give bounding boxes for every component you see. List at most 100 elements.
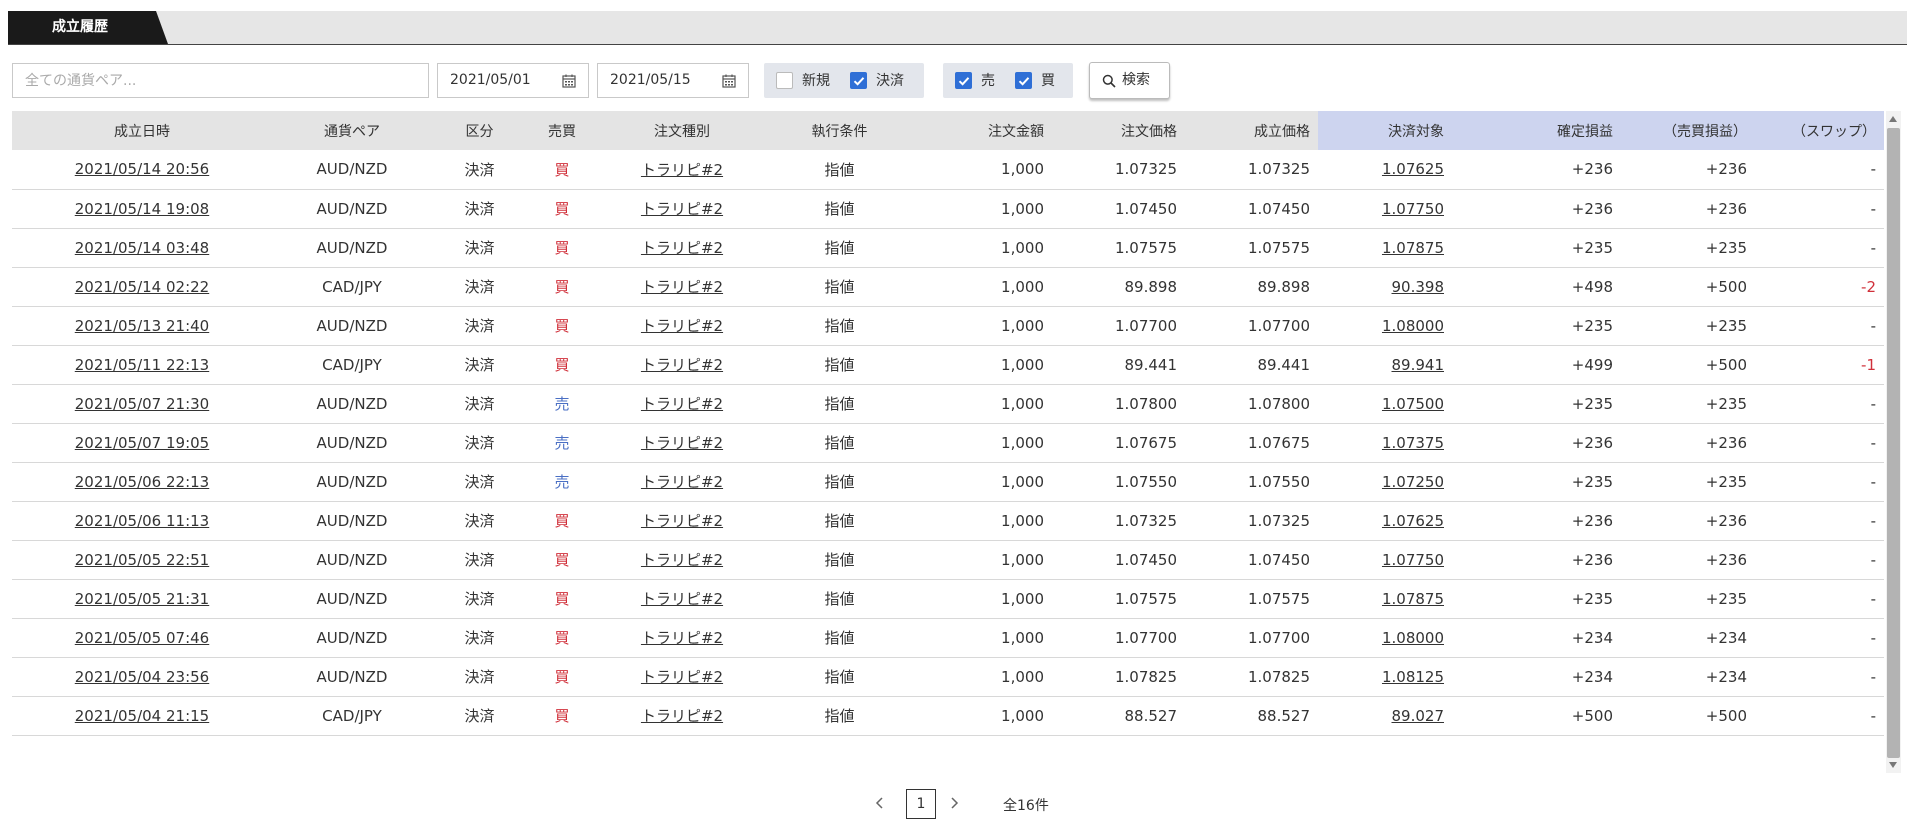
- cell-executed-at-link[interactable]: 2021/05/14 03:48: [75, 239, 209, 257]
- col-header-execution-condition[interactable]: 執行条件: [767, 111, 912, 150]
- cell-order-type-link[interactable]: トラリピ#2: [641, 317, 723, 335]
- cell-order-type-link[interactable]: トラリピ#2: [641, 551, 723, 569]
- cell-executed-at-link[interactable]: 2021/05/06 22:13: [75, 473, 209, 491]
- cell-order-price: 1.07450: [1052, 189, 1185, 229]
- cell-executed-at-link[interactable]: 2021/05/07 21:30: [75, 395, 209, 413]
- checkbox-unchecked[interactable]: [776, 72, 793, 89]
- cell-order-type-link[interactable]: トラリピ#2: [641, 434, 723, 452]
- cell-executed-at-link[interactable]: 2021/05/05 07:46: [75, 629, 209, 647]
- chevron-left-icon[interactable]: [870, 793, 890, 813]
- cell-execution-condition: 指値: [767, 189, 912, 229]
- cell-order-type-link[interactable]: トラリピ#2: [641, 356, 723, 374]
- cell-settlement-target: 1.07625: [1318, 150, 1452, 190]
- cell-order-type: トラリピ#2: [597, 189, 767, 229]
- cell-order-price: 89.441: [1052, 345, 1185, 385]
- page-button-1[interactable]: 1: [906, 789, 936, 819]
- check-icon[interactable]: [1015, 72, 1032, 89]
- cell-order-type-link[interactable]: トラリピ#2: [641, 161, 723, 179]
- scroll-down-arrow-icon[interactable]: [1889, 762, 1897, 768]
- cell-order-type-link[interactable]: トラリピ#2: [641, 629, 723, 647]
- cell-executed-at-link[interactable]: 2021/05/04 21:15: [75, 707, 209, 725]
- cell-swap: -1: [1755, 345, 1884, 385]
- cell-settlement-target-link[interactable]: 1.07250: [1382, 473, 1444, 491]
- col-header-category[interactable]: 区分: [432, 111, 527, 150]
- scrollbar-thumb[interactable]: [1887, 128, 1900, 758]
- table-scrollbar[interactable]: [1886, 111, 1901, 773]
- cell-settlement-target-link[interactable]: 1.08125: [1382, 668, 1444, 686]
- col-header-executed-price[interactable]: 成立価格: [1185, 111, 1318, 150]
- col-header-order-amount[interactable]: 注文金額: [912, 111, 1052, 150]
- cell-executed-at-link[interactable]: 2021/05/07 19:05: [75, 434, 209, 452]
- cell-executed-at-link[interactable]: 2021/05/14 19:08: [75, 200, 209, 218]
- cell-order-type: トラリピ#2: [597, 540, 767, 580]
- calendar-icon[interactable]: [722, 74, 736, 88]
- cell-executed-at-link[interactable]: 2021/05/14 20:56: [75, 160, 209, 178]
- cell-order-type-link[interactable]: トラリピ#2: [641, 668, 723, 686]
- col-header-swap[interactable]: （スワップ）: [1755, 111, 1884, 150]
- col-header-settlement-target[interactable]: 決済対象: [1318, 111, 1452, 150]
- cell-order-type-link[interactable]: トラリピ#2: [641, 395, 723, 413]
- cell-executed-at-link[interactable]: 2021/05/04 23:56: [75, 668, 209, 686]
- cell-executed-at-link[interactable]: 2021/05/11 22:13: [75, 356, 209, 374]
- cell-settlement-target-link[interactable]: 1.08000: [1382, 317, 1444, 335]
- check-icon[interactable]: [850, 72, 867, 89]
- cell-settlement-target-link[interactable]: 89.941: [1392, 356, 1445, 374]
- cell-side: 買: [527, 657, 597, 697]
- date-from-field[interactable]: 2021/05/01: [437, 63, 589, 98]
- cell-swap: -: [1755, 735, 1884, 740]
- cell-settlement-target-link[interactable]: 1.07500: [1382, 395, 1444, 413]
- col-header-order-price[interactable]: 注文価格: [1052, 111, 1185, 150]
- cell-realized-pnl: +235: [1452, 384, 1621, 424]
- date-to-field[interactable]: 2021/05/15: [597, 63, 749, 98]
- cell-side: 買: [527, 618, 597, 658]
- currency-pair-input[interactable]: [12, 63, 429, 98]
- cell-order-amount: 1,000: [912, 501, 1052, 541]
- cell-side: 売: [527, 735, 597, 740]
- cell-order-type: トラリピ#2: [597, 501, 767, 541]
- col-header-side[interactable]: 売買: [527, 111, 597, 150]
- tab-execution-history[interactable]: 成立履歴: [8, 11, 168, 44]
- cell-settlement-target-link[interactable]: 90.398: [1392, 278, 1445, 296]
- cell-order-type-link[interactable]: トラリピ#2: [641, 278, 723, 296]
- cell-order-type-link[interactable]: トラリピ#2: [641, 239, 723, 257]
- cell-executed-at-link[interactable]: 2021/05/14 02:22: [75, 278, 209, 296]
- cell-order-type-link[interactable]: トラリピ#2: [641, 590, 723, 608]
- cell-order-price: 1.07825: [1052, 657, 1185, 697]
- cell-settlement-target-link[interactable]: 1.07375: [1382, 434, 1444, 452]
- cell-order-type-link[interactable]: トラリピ#2: [641, 512, 723, 530]
- cell-side: 売: [527, 384, 597, 424]
- col-header-currency-pair[interactable]: 通貨ペア: [272, 111, 432, 150]
- cell-settlement-target-link[interactable]: 1.07625: [1382, 512, 1444, 530]
- chevron-right-icon[interactable]: [944, 793, 964, 813]
- cell-executed-at-link[interactable]: 2021/05/05 22:51: [75, 551, 209, 569]
- cell-order-type-link[interactable]: トラリピ#2: [641, 473, 723, 491]
- calendar-icon[interactable]: [562, 74, 576, 88]
- cell-order-amount: 1,000: [912, 696, 1052, 736]
- cell-swap: -: [1755, 306, 1884, 346]
- cell-executed-at-link[interactable]: 2021/05/05 21:31: [75, 590, 209, 608]
- cell-order-type-link[interactable]: トラリピ#2: [641, 200, 723, 218]
- cell-settlement-target-link[interactable]: 89.027: [1392, 707, 1445, 725]
- cell-settlement-target-link[interactable]: 1.07625: [1382, 160, 1444, 178]
- cell-settlement-target-link[interactable]: 1.07750: [1382, 200, 1444, 218]
- cell-settlement-target-link[interactable]: 1.07875: [1382, 590, 1444, 608]
- col-header-order-type[interactable]: 注文種別: [597, 111, 767, 150]
- cell-currency-pair: AUD/NZD: [272, 735, 432, 740]
- cell-order-price: 1.07575: [1052, 228, 1185, 268]
- cell-settlement-target-link[interactable]: 1.08000: [1382, 629, 1444, 647]
- side-filter: 売 買: [943, 63, 1073, 98]
- search-button[interactable]: 検索: [1089, 62, 1170, 99]
- scroll-up-arrow-icon[interactable]: [1889, 116, 1897, 122]
- cell-order-amount: 1,000: [912, 735, 1052, 740]
- cell-order-type-link[interactable]: トラリピ#2: [641, 707, 723, 725]
- check-icon[interactable]: [955, 72, 972, 89]
- col-header-executed-at[interactable]: 成立日時: [12, 111, 272, 150]
- col-header-trade-pnl[interactable]: （売買損益）: [1621, 111, 1755, 150]
- cell-settlement-target-link[interactable]: 1.07875: [1382, 239, 1444, 257]
- cell-settlement-target-link[interactable]: 1.07750: [1382, 551, 1444, 569]
- cell-trade-pnl: +235: [1621, 462, 1755, 502]
- col-header-realized-pnl[interactable]: 確定損益: [1452, 111, 1621, 150]
- cell-executed-at-link[interactable]: 2021/05/13 21:40: [75, 317, 209, 335]
- cell-order-type: トラリピ#2: [597, 618, 767, 658]
- cell-executed-at-link[interactable]: 2021/05/06 11:13: [75, 512, 209, 530]
